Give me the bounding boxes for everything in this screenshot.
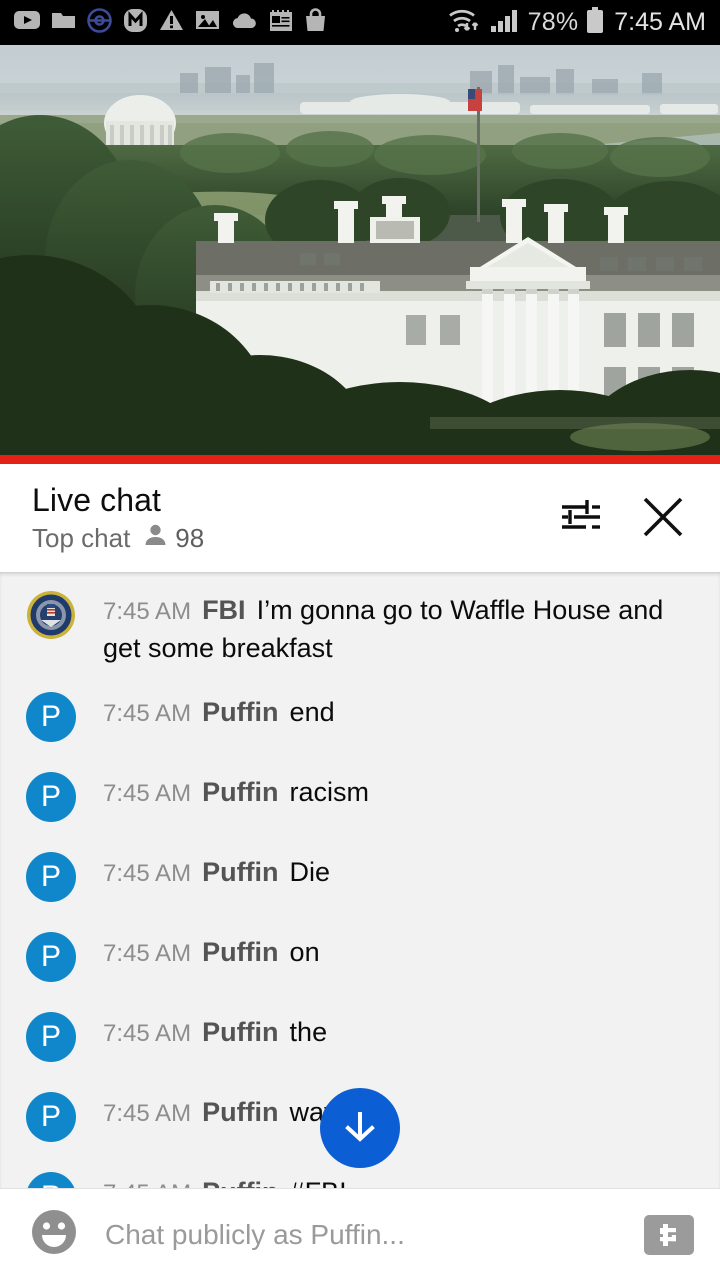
message-text: racism bbox=[289, 777, 370, 807]
person-icon bbox=[143, 523, 168, 553]
chat-message-row[interactable]: P 7:45 AM Puffin on bbox=[0, 918, 720, 998]
avatar[interactable]: P bbox=[26, 692, 76, 742]
message-timestamp: 7:45 AM bbox=[103, 860, 192, 887]
emoji-smiley-icon[interactable] bbox=[30, 1208, 78, 1261]
cloud-icon bbox=[231, 11, 258, 35]
message-author[interactable]: Puffin bbox=[202, 857, 278, 887]
battery-icon bbox=[586, 6, 604, 39]
chat-mode-label[interactable]: Top chat bbox=[32, 525, 130, 551]
message-author[interactable]: FBI bbox=[202, 595, 246, 625]
youtube-icon bbox=[14, 9, 40, 36]
message-text: end bbox=[289, 697, 335, 727]
message-text: the bbox=[289, 1017, 328, 1047]
folder-icon bbox=[51, 9, 76, 36]
live-chat-subheader: Top chat 98 bbox=[32, 523, 204, 553]
status-bar-system-icons: 78% 7:45 AM bbox=[448, 6, 706, 39]
shopping-bag-icon bbox=[304, 8, 327, 37]
chat-message-row[interactable]: P 7:45 AM Puffin the bbox=[0, 998, 720, 1078]
status-bar: 78% 7:45 AM bbox=[0, 0, 720, 45]
page-title: Live chat bbox=[32, 482, 161, 518]
cellular-signal-icon bbox=[490, 8, 520, 38]
message-text: Die bbox=[289, 857, 331, 887]
close-x-icon[interactable] bbox=[638, 492, 688, 542]
video-player[interactable] bbox=[0, 45, 720, 455]
battery-percent-label: 78% bbox=[527, 8, 579, 36]
message-author[interactable]: Puffin bbox=[202, 777, 278, 807]
scroll-to-bottom-button[interactable] bbox=[320, 1088, 400, 1168]
chat-message-body: 7:45 AM Puffin way bbox=[103, 1090, 338, 1132]
arrow-down-icon bbox=[338, 1104, 382, 1153]
chat-settings-sliders-icon[interactable] bbox=[556, 494, 602, 540]
message-timestamp: 7:45 AM bbox=[103, 1020, 192, 1047]
chat-input[interactable] bbox=[105, 1218, 634, 1251]
message-timestamp: 7:45 AM bbox=[103, 598, 192, 625]
message-timestamp: 7:45 AM bbox=[103, 1100, 192, 1127]
viewer-count-label: 98 bbox=[175, 523, 205, 553]
fbi-seal-avatar[interactable] bbox=[26, 590, 76, 640]
clock-label: 7:45 AM bbox=[614, 8, 706, 36]
avatar[interactable]: P bbox=[26, 772, 76, 822]
warning-triangle-icon bbox=[159, 9, 184, 37]
live-progress-bar[interactable] bbox=[0, 455, 720, 464]
message-author[interactable]: Puffin bbox=[202, 1017, 278, 1047]
messenger-m-icon bbox=[123, 8, 148, 38]
avatar[interactable]: P bbox=[26, 852, 76, 902]
chat-message-body: 7:45 AM FBI I’m gonna go to Waffle House a… bbox=[103, 588, 700, 666]
viewer-count-group: 98 bbox=[143, 523, 204, 553]
chat-message-body: 7:45 AM Puffin end bbox=[103, 690, 335, 732]
status-bar-notification-icons bbox=[14, 7, 327, 38]
avatar[interactable]: P bbox=[26, 1092, 76, 1142]
message-timestamp: 7:45 AM bbox=[103, 940, 192, 967]
message-timestamp: 7:45 AM bbox=[103, 780, 192, 807]
white-house-webcam-frame bbox=[0, 45, 720, 455]
chat-message-row[interactable]: 7:45 AM FBI I’m gonna go to Waffle House a… bbox=[0, 572, 720, 678]
dollar-superchat-icon[interactable] bbox=[644, 1214, 694, 1255]
message-author[interactable]: Puffin bbox=[202, 937, 278, 967]
chat-message-row[interactable]: P 7:45 AM Puffin Die bbox=[0, 838, 720, 918]
live-chat-header: Live chat Top chat 98 bbox=[0, 464, 720, 572]
chat-message-body: 7:45 AM Puffin on bbox=[103, 930, 320, 972]
avatar[interactable]: P bbox=[26, 1012, 76, 1062]
notepad-icon bbox=[269, 9, 293, 37]
wifi-transfer-icon bbox=[448, 7, 482, 38]
message-text: on bbox=[289, 937, 320, 967]
avatar[interactable]: P bbox=[26, 932, 76, 982]
chat-composer-bar bbox=[0, 1188, 720, 1280]
pokeball-icon bbox=[87, 7, 112, 38]
chat-message-body: 7:45 AM Puffin racism bbox=[103, 770, 369, 812]
message-timestamp: 7:45 AM bbox=[103, 700, 192, 727]
youtube-live-chat-screen: 78% 7:45 AM Live chat Top chat 98 7:45 A… bbox=[0, 0, 720, 1280]
live-chat-header-titles: Live chat Top chat 98 bbox=[32, 478, 204, 553]
chat-message-body: 7:45 AM Puffin the bbox=[103, 1010, 327, 1052]
message-author[interactable]: Puffin bbox=[202, 697, 278, 727]
live-chat-header-actions bbox=[556, 478, 698, 542]
chat-message-body: 7:45 AM Puffin Die bbox=[103, 850, 330, 892]
chat-message-row[interactable]: P 7:45 AM Puffin racism bbox=[0, 758, 720, 838]
photo-image-icon bbox=[195, 9, 220, 36]
chat-message-row[interactable]: P 7:45 AM Puffin end bbox=[0, 678, 720, 758]
message-author[interactable]: Puffin bbox=[202, 1097, 278, 1127]
